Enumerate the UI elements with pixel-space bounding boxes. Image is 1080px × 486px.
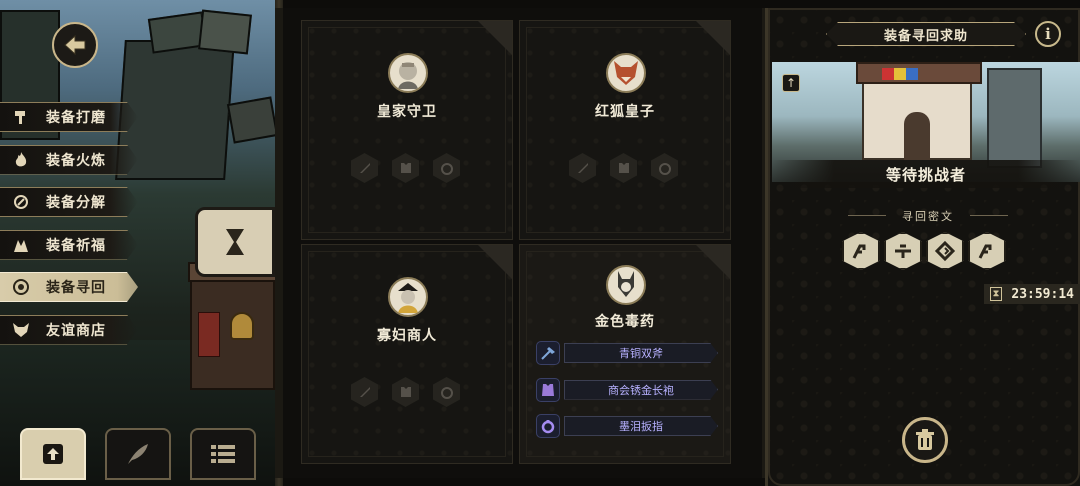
upload-button[interactable] <box>20 428 86 480</box>
menu-item-disassemble[interactable]: 装备分解 <box>0 187 138 217</box>
panel-title: 装备寻回求助 <box>826 22 1026 46</box>
ring-slot-icon <box>651 153 678 183</box>
armor-slot-icon <box>610 153 637 183</box>
card-fold <box>478 245 512 279</box>
countdown-timer: ⧗ 23:59:14 <box>984 284 1080 304</box>
scene-house <box>856 62 982 160</box>
back-button[interactable] <box>52 22 98 68</box>
house-roof <box>856 62 982 84</box>
swirl-icon <box>8 191 34 213</box>
upload-icon <box>38 439 68 469</box>
royal-guard-avatar <box>388 53 428 93</box>
flame-icon <box>8 149 34 171</box>
flag-icon <box>882 68 918 80</box>
side-menu: 装备打磨 装备火炼 装备分解 装备祈福 装备寻回 友谊商店 <box>0 102 138 357</box>
menu-item-friend-shop[interactable]: 友谊商店 <box>0 314 138 345</box>
retrieve-card[interactable]: 皇家守卫 <box>301 20 513 240</box>
menu-item-forge[interactable]: 装备火炼 <box>0 144 138 175</box>
cipher-runes <box>842 232 1006 270</box>
list-button[interactable] <box>190 428 256 480</box>
feather-icon <box>123 439 153 469</box>
reward-list: 青铜双斧 商会锈金长袍 墨泪扳指 <box>536 340 718 450</box>
scene-building <box>226 96 275 144</box>
ring-slot-icon <box>433 377 460 407</box>
axe-icon <box>536 341 560 365</box>
feather-button[interactable] <box>105 428 171 480</box>
scene-shop <box>188 262 275 390</box>
blessing-icon <box>8 234 34 256</box>
menu-item-retrieve[interactable]: 装备寻回 <box>0 272 138 302</box>
card-fold <box>696 245 730 279</box>
equipment-slots <box>351 377 460 407</box>
reward-label: 商会锈金长袍 <box>564 379 718 400</box>
trash-icon <box>916 429 934 450</box>
reward-item[interactable]: 墨泪扳指 <box>536 413 718 439</box>
ring-icon <box>536 414 560 438</box>
rune-2-icon[interactable] <box>884 232 922 270</box>
hourglass-button[interactable] <box>195 207 275 277</box>
menu-item-label: 装备分解 <box>46 195 106 211</box>
armor-slot-icon <box>392 153 419 183</box>
scene-tower <box>987 68 1042 168</box>
menu-item-polish[interactable]: 装备打磨 <box>0 102 138 132</box>
retrieve-cards-panel: 皇家守卫 红狐皇子 寡妇商人 金色毒药 青铜双斧 商会锈金长袍 墨泪扳指 <box>275 8 765 478</box>
equipment-slots <box>569 153 678 183</box>
reward-label: 青铜双斧 <box>564 343 718 363</box>
scene-building <box>198 9 252 55</box>
timer-value: 23:59:14 <box>1011 286 1074 302</box>
menu-item-bless[interactable]: 装备祈福 <box>0 229 138 260</box>
info-button[interactable]: i <box>1035 21 1061 47</box>
weapon-slot-icon <box>351 377 378 407</box>
list-icon <box>208 439 238 469</box>
weapon-slot-icon <box>569 153 596 183</box>
robe-icon <box>536 377 560 402</box>
house-door <box>904 112 930 160</box>
weapon-slot-icon <box>351 153 378 183</box>
card-fold <box>478 21 512 55</box>
armor-slot-icon <box>392 377 419 407</box>
card-name: 寡妇商人 <box>377 328 437 344</box>
menu-item-label: 装备寻回 <box>46 280 106 296</box>
menu-item-label: 装备祈福 <box>46 237 106 254</box>
hourglass-small-icon: ⧗ <box>990 287 1002 301</box>
retrieve-card[interactable]: 红狐皇子 <box>519 20 731 240</box>
reward-item[interactable]: 青铜双斧 <box>536 340 718 366</box>
menu-item-label: 友谊商店 <box>46 322 106 339</box>
reward-label: 墨泪扳指 <box>564 416 718 436</box>
status-banner: 等待挑战者 <box>772 160 1080 188</box>
trash-button[interactable] <box>902 417 948 463</box>
rune-3-icon[interactable] <box>926 232 964 270</box>
retrieve-card[interactable]: 金色毒药 青铜双斧 商会锈金长袍 墨泪扳指 <box>519 244 731 464</box>
card-name: 红狐皇子 <box>595 104 655 120</box>
fox-icon <box>8 319 34 341</box>
shop-banner <box>198 312 220 357</box>
ring-slot-icon <box>433 153 460 183</box>
target-icon <box>8 276 34 298</box>
rune-1-icon[interactable] <box>842 232 880 270</box>
upload-small-icon[interactable]: ↑ <box>782 74 800 92</box>
golden-poison-avatar <box>606 265 646 305</box>
reward-item[interactable]: 商会锈金长袍 <box>536 377 718 403</box>
card-name: 皇家守卫 <box>377 104 437 120</box>
red-fox-prince-avatar <box>606 53 646 93</box>
retrieve-help-panel: 装备寻回求助 i ↑ 等待挑战者 寻回密文 ⧗ 23:59:14 <box>765 8 1080 486</box>
rune-4-icon[interactable] <box>968 232 1006 270</box>
menu-item-label: 装备火炼 <box>46 152 106 169</box>
bell-icon <box>230 312 254 340</box>
card-fold <box>696 21 730 55</box>
cipher-label: 寻回密文 <box>848 208 1008 224</box>
equipment-slots <box>351 153 460 183</box>
back-arrow-icon <box>64 34 86 56</box>
widow-merchant-avatar <box>388 277 428 317</box>
hammer-icon <box>8 106 34 128</box>
card-name: 金色毒药 <box>595 314 655 330</box>
retrieve-card[interactable]: 寡妇商人 <box>301 244 513 464</box>
hourglass-icon <box>226 229 244 255</box>
menu-item-label: 装备打磨 <box>46 110 106 126</box>
